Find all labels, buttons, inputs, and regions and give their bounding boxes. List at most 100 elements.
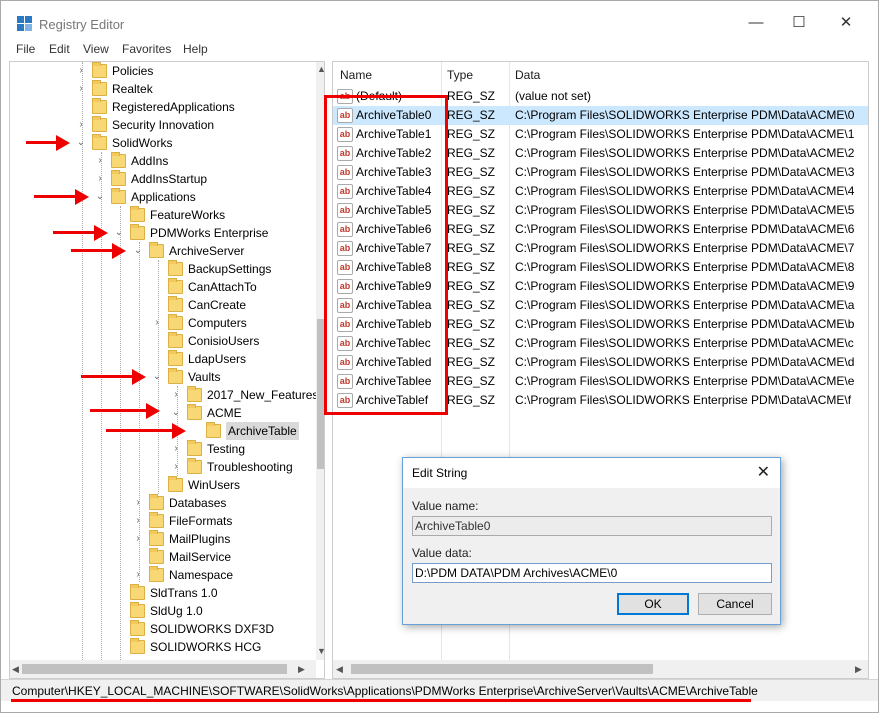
chevron-right-icon[interactable]: ›	[133, 566, 143, 584]
value-data-input[interactable]: D:\PDM DATA\PDM Archives\ACME\0	[412, 563, 772, 583]
close-button[interactable]: ✕	[831, 11, 861, 35]
folder-icon	[92, 134, 107, 150]
chevron-right-icon[interactable]: ›	[171, 440, 181, 458]
dialog-close-icon[interactable]: ✕	[757, 462, 770, 482]
tree-item[interactable]: Databases	[149, 494, 309, 512]
tree-item[interactable]: SOLIDWORKS DXF3D	[130, 620, 300, 638]
tree-item-pdmworks-enterprise[interactable]: PDMWorks Enterprise	[130, 224, 300, 242]
window-title: Registry Editor	[39, 17, 125, 32]
title-bar[interactable]: Registry Editor — ☐ ✕	[1, 1, 878, 39]
chevron-down-icon[interactable]: ⌄	[76, 134, 86, 152]
menu-help[interactable]: Help	[183, 42, 208, 56]
list-hscroll-thumb[interactable]	[351, 664, 653, 674]
tree-item[interactable]: Computers	[168, 314, 308, 332]
folder-icon	[130, 602, 145, 618]
chevron-right-icon[interactable]: ›	[95, 152, 105, 170]
chevron-right-icon[interactable]: ›	[133, 512, 143, 530]
ok-button[interactable]: OK	[617, 593, 689, 615]
value-name-label: Value name:	[412, 499, 479, 513]
tree-pane[interactable]: › Policies › Realtek RegisteredApplicati…	[9, 61, 325, 679]
scroll-right-icon[interactable]: ▶	[855, 664, 862, 675]
tree-item[interactable]: Policies	[92, 62, 292, 80]
column-header-name[interactable]: Name	[340, 62, 372, 90]
tree-item[interactable]: RegisteredApplications	[92, 98, 292, 116]
chevron-down-icon[interactable]: ⌄	[171, 404, 181, 422]
tree-item[interactable]: SldTrans 1.0	[130, 584, 300, 602]
folder-icon	[187, 458, 202, 474]
chevron-down-icon[interactable]: ⌄	[133, 242, 143, 260]
menu-edit[interactable]: Edit	[49, 42, 70, 56]
tree-item[interactable]: Realtek	[92, 80, 292, 98]
annotation-highlight-box	[324, 95, 448, 415]
dialog-title: Edit String	[412, 466, 468, 480]
chevron-right-icon[interactable]: ›	[152, 314, 162, 332]
dialog-title-bar[interactable]: Edit String ✕	[403, 458, 780, 488]
chevron-right-icon[interactable]: ›	[133, 530, 143, 548]
tree-item-archiveserver[interactable]: ArchiveServer	[149, 242, 309, 260]
tree-item[interactable]: FileFormats	[149, 512, 309, 530]
annotation-arrow-icon	[106, 423, 186, 439]
chevron-down-icon[interactable]: ⌄	[114, 224, 124, 242]
folder-icon	[92, 62, 107, 78]
scroll-right-icon[interactable]: ▶	[298, 664, 305, 675]
maximize-button[interactable]: ☐	[784, 11, 814, 35]
registry-editor-window: Registry Editor — ☐ ✕ File Edit View Fav…	[0, 0, 879, 713]
column-header-data[interactable]: Data	[515, 62, 540, 90]
tree-item-applications[interactable]: Applications	[111, 188, 291, 206]
scroll-down-icon[interactable]: ▼	[317, 646, 324, 656]
menu-file[interactable]: File	[16, 42, 35, 56]
menu-view[interactable]: View	[83, 42, 109, 56]
list-horizontal-scrollbar[interactable]: ◀ ▶	[333, 660, 868, 678]
folder-icon	[92, 80, 107, 96]
tree-item-solidworks[interactable]: SolidWorks	[92, 134, 292, 152]
tree-item[interactable]: BackupSettings	[168, 260, 308, 278]
tree-item-vaults[interactable]: Vaults	[168, 368, 308, 386]
chevron-right-icon[interactable]: ›	[76, 62, 86, 80]
tree-item[interactable]: Testing	[187, 440, 307, 458]
tree-item[interactable]: Security Innovation	[92, 116, 292, 134]
cancel-button[interactable]: Cancel	[698, 593, 772, 615]
chevron-right-icon[interactable]: ›	[95, 170, 105, 188]
tree-hscroll-thumb[interactable]	[22, 664, 287, 674]
chevron-down-icon[interactable]: ⌄	[152, 368, 162, 386]
tree-horizontal-scrollbar[interactable]: ◀ ▶	[10, 660, 316, 678]
folder-icon	[130, 584, 145, 600]
folder-icon	[149, 548, 164, 564]
chevron-down-icon[interactable]: ⌄	[95, 188, 105, 206]
folder-icon	[168, 296, 183, 312]
tree-item[interactable]: MailPlugins	[149, 530, 309, 548]
tree-item-archivetable[interactable]: ArchiveTable	[206, 422, 306, 440]
annotation-arrow-icon	[90, 403, 160, 419]
tree-item[interactable]: CanAttachTo	[168, 278, 308, 296]
annotation-arrow-icon	[34, 189, 89, 205]
minimize-button[interactable]: —	[741, 11, 771, 35]
tree-item[interactable]: SOLIDWORKS HCG	[130, 638, 300, 656]
tree-item[interactable]: AddInsStartup	[111, 170, 291, 188]
scroll-left-icon[interactable]: ◀	[336, 664, 343, 675]
scroll-up-icon[interactable]: ▲	[317, 64, 324, 74]
tree-item[interactable]: Troubleshooting	[187, 458, 312, 476]
tree-item[interactable]: MailService	[149, 548, 309, 566]
tree-item[interactable]: SldUg 1.0	[130, 602, 300, 620]
chevron-right-icon[interactable]: ›	[133, 494, 143, 512]
tree-item-acme[interactable]: ACME	[187, 404, 307, 422]
tree-item[interactable]: 2017_New_Features	[187, 386, 318, 404]
chevron-right-icon[interactable]: ›	[171, 386, 181, 404]
chevron-right-icon[interactable]: ›	[171, 458, 181, 476]
tree-item[interactable]: WinUsers	[168, 476, 308, 494]
tree-item[interactable]: FeatureWorks	[130, 206, 300, 224]
menu-favorites[interactable]: Favorites	[122, 42, 171, 56]
chevron-right-icon[interactable]: ›	[76, 80, 86, 98]
folder-icon	[149, 242, 164, 258]
chevron-right-icon[interactable]: ›	[76, 116, 86, 134]
tree-item[interactable]: AddIns	[111, 152, 291, 170]
folder-icon	[111, 188, 126, 204]
tree-item[interactable]: ConisioUsers	[168, 332, 308, 350]
tree-item[interactable]: Namespace	[149, 566, 309, 584]
scroll-left-icon[interactable]: ◀	[12, 664, 19, 675]
folder-icon	[92, 116, 107, 132]
menu-bar: File Edit View Favorites Help	[1, 39, 878, 59]
column-header-type[interactable]: Type	[447, 62, 473, 90]
tree-item[interactable]: LdapUsers	[168, 350, 308, 368]
tree-item[interactable]: CanCreate	[168, 296, 308, 314]
